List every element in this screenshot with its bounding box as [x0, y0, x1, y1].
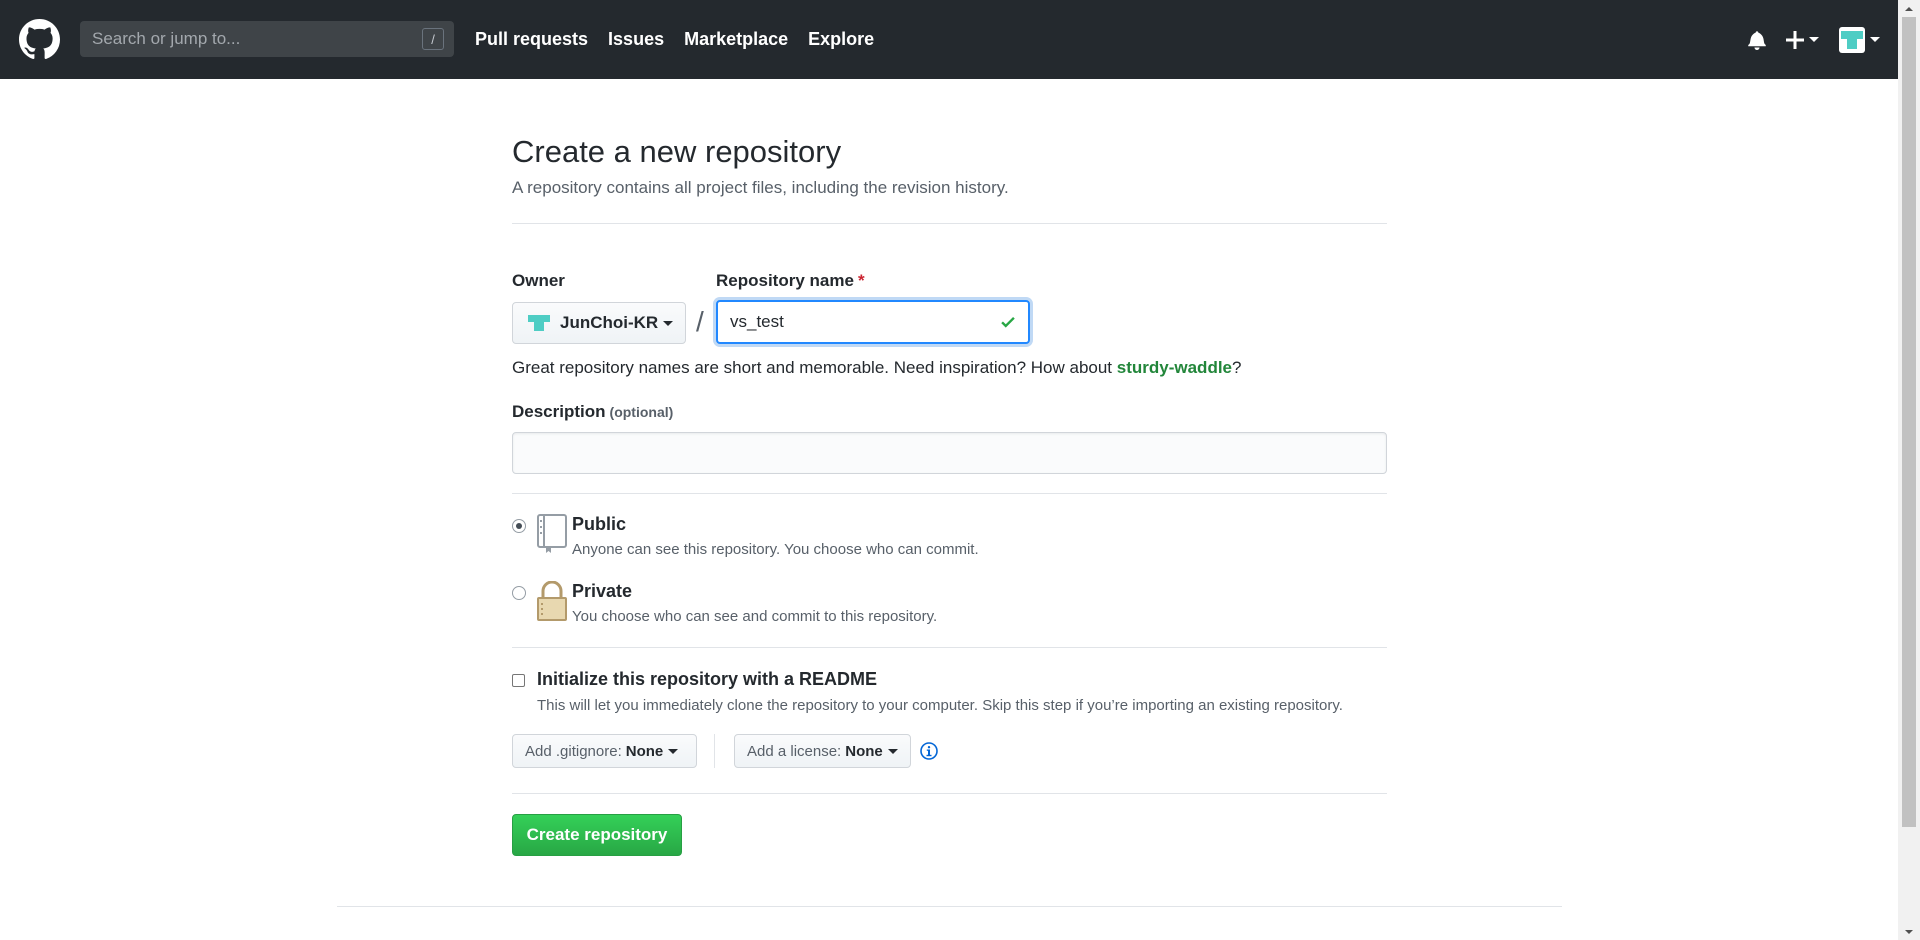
- bell-icon: [1748, 30, 1766, 50]
- create-repository-button[interactable]: Create repository: [512, 814, 682, 856]
- owner-label: Owner: [512, 271, 565, 290]
- owner-select-button[interactable]: JunChoi-KR: [512, 302, 686, 344]
- search-shortcut-key: /: [422, 28, 444, 50]
- public-description: Anyone can see this repository. You choo…: [572, 541, 979, 558]
- chevron-down-icon: [1809, 37, 1819, 42]
- repo-name-label: Repository name *: [716, 271, 865, 290]
- search-box[interactable]: /: [80, 21, 454, 57]
- page-subtitle: A repository contains all project files,…: [512, 178, 1009, 197]
- chevron-down-icon: [663, 320, 674, 326]
- search-input[interactable]: [90, 28, 422, 50]
- create-new-dropdown[interactable]: [1786, 30, 1819, 49]
- gitignore-select-button[interactable]: Add .gitignore: None: [512, 734, 697, 768]
- nav-explore[interactable]: Explore: [808, 29, 874, 50]
- chevron-down-icon: [887, 748, 898, 754]
- visibility-private-option: Private You choose who can see and commi…: [512, 581, 937, 625]
- avatar: [1839, 26, 1865, 53]
- lock-icon: [537, 581, 567, 621]
- nav-issues[interactable]: Issues: [608, 29, 664, 50]
- repo-name-hint: Great repository names are short and mem…: [512, 358, 1242, 377]
- github-logo-icon[interactable]: [19, 19, 60, 60]
- owner-name: JunChoi-KR: [560, 313, 659, 332]
- license-select-button[interactable]: Add a license: None: [734, 734, 911, 768]
- page-scrollbar[interactable]: [1898, 0, 1920, 940]
- divider: [512, 223, 1387, 224]
- readme-title: Initialize this repository with a README: [537, 669, 878, 689]
- scroll-down-arrow[interactable]: [1898, 923, 1920, 940]
- header-actions: [1728, 0, 1880, 79]
- repo-book-icon: [537, 514, 567, 553]
- name-suggestion-link[interactable]: sturdy-waddle: [1117, 358, 1232, 377]
- repo-name-input[interactable]: [728, 311, 998, 333]
- plus-icon: [1786, 30, 1804, 49]
- divider: [714, 734, 715, 768]
- chevron-down-icon: [668, 748, 679, 754]
- top-header: / Pull requests Issues Marketplace Explo…: [0, 0, 1898, 79]
- visibility-public-option: Public Anyone can see this repository. Y…: [512, 514, 979, 558]
- divider: [512, 493, 1387, 494]
- divider: [512, 647, 1387, 648]
- scrollbar-thumb[interactable]: [1902, 17, 1916, 827]
- optional-note: (optional): [609, 404, 674, 420]
- avatar: [528, 315, 550, 331]
- main-nav: Pull requests Issues Marketplace Explore: [475, 0, 894, 79]
- notifications-button[interactable]: [1748, 30, 1766, 50]
- user-menu-dropdown[interactable]: [1839, 26, 1880, 53]
- private-title: Private: [572, 581, 633, 601]
- readme-checkbox[interactable]: [512, 674, 525, 687]
- public-title: Public: [572, 514, 627, 534]
- description-input[interactable]: [512, 432, 1387, 474]
- scroll-up-arrow[interactable]: [1898, 0, 1920, 17]
- repo-name-field[interactable]: [716, 300, 1030, 344]
- readme-description: This will let you immediately clone the …: [537, 697, 1343, 714]
- description-label: Description (optional): [512, 402, 674, 421]
- required-mark: *: [857, 271, 865, 290]
- info-icon[interactable]: [920, 742, 938, 760]
- private-radio[interactable]: [512, 586, 526, 600]
- chevron-down-icon: [1870, 37, 1880, 42]
- footer-divider: [337, 906, 1562, 907]
- divider: [512, 793, 1387, 794]
- public-radio[interactable]: [512, 519, 526, 533]
- nav-pull-requests[interactable]: Pull requests: [475, 29, 588, 50]
- check-icon: [1001, 316, 1015, 328]
- page-title: Create a new repository: [512, 134, 842, 169]
- private-description: You choose who can see and commit to thi…: [572, 608, 938, 625]
- nav-marketplace[interactable]: Marketplace: [684, 29, 788, 50]
- owner-repo-separator: /: [696, 306, 704, 337]
